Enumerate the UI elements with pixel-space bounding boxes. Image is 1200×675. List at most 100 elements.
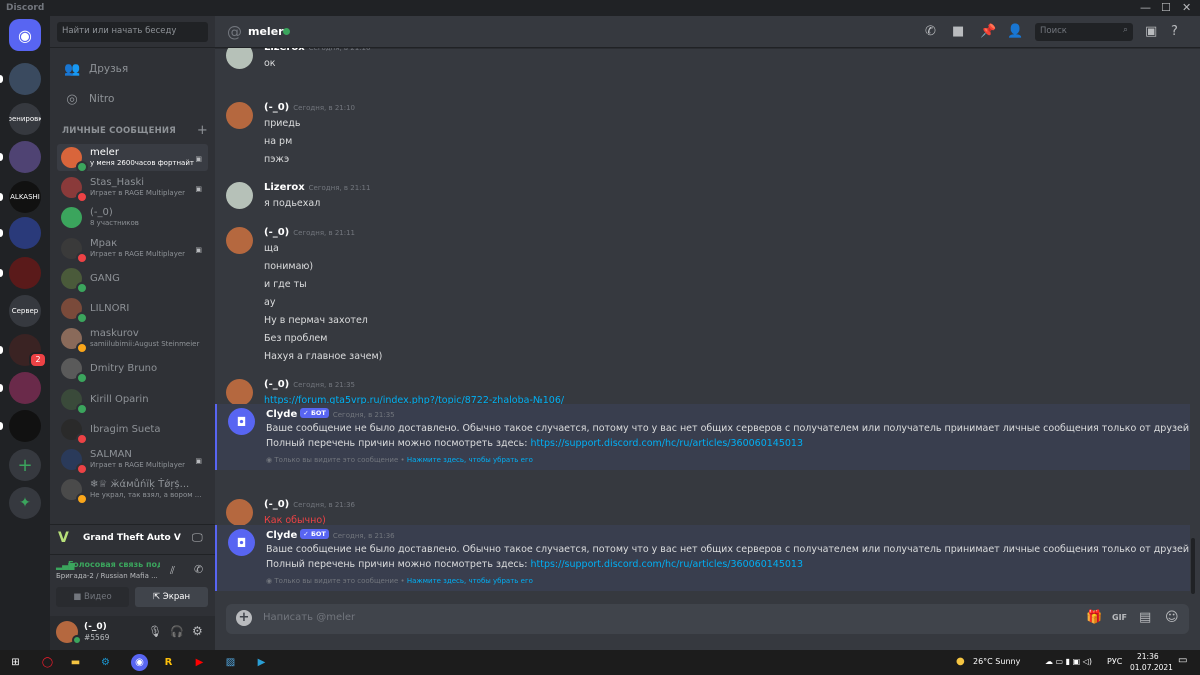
add-friend-icon[interactable]: 👤 xyxy=(1007,24,1023,39)
nitro-label: Nitro xyxy=(89,93,115,105)
author-name[interactable]: Lizerox xyxy=(264,48,305,53)
nitro-nav-item[interactable]: ◎ Nitro xyxy=(57,85,208,113)
windows-start-icon[interactable]: ⊞ xyxy=(7,654,24,671)
message-text: и где ты xyxy=(264,279,307,290)
author-avatar[interactable] xyxy=(226,379,253,406)
rockstar-icon[interactable]: R xyxy=(160,654,177,671)
language-indicator[interactable]: РУС xyxy=(1107,657,1122,666)
settings-gear-icon[interactable]: ⚙ xyxy=(192,624,203,638)
dm-item[interactable]: LILNORI xyxy=(57,295,208,324)
activity-icon: ▣ xyxy=(195,245,202,254)
author-avatar[interactable] xyxy=(226,182,253,209)
attach-plus-icon[interactable]: + xyxy=(236,610,252,626)
dm-item[interactable]: SALMAN Играет в RAGE Multiplayer ▣ xyxy=(57,446,208,475)
server-icon[interactable]: Сервер xyxy=(9,295,41,327)
dm-item[interactable]: meler у меня 2600часов фортнайт ▣ xyxy=(57,144,208,173)
message-list: LizeroxСегодня, в 21:10ок(-_0)Сегодня, в… xyxy=(215,48,1190,608)
maximize-button[interactable]: ☐ xyxy=(1161,1,1171,14)
noise-suppression-icon[interactable]: ⫽ xyxy=(170,564,175,578)
voice-call-icon[interactable]: ✆ xyxy=(925,24,936,39)
author-name[interactable]: Clyde xyxy=(266,409,297,420)
dm-item[interactable]: (-_0) 8 участников xyxy=(57,204,208,231)
voice-channel[interactable]: Бригада-2 / Russian Mafia ... xyxy=(56,572,161,580)
author-avatar[interactable] xyxy=(226,102,253,129)
file-explorer-icon[interactable]: ▬ xyxy=(67,654,84,671)
server-icon[interactable] xyxy=(9,217,41,249)
add-server-button[interactable]: + xyxy=(9,449,41,481)
game-title: Grand Theft Auto V xyxy=(83,533,181,543)
discord-taskbar-icon[interactable]: ◉ xyxy=(131,654,148,671)
friends-nav-item[interactable]: 👥 Друзья xyxy=(57,55,208,83)
inbox-icon[interactable]: ▣ xyxy=(1145,24,1157,39)
server-icon[interactable]: ALKASHI xyxy=(9,181,41,213)
clyde-avatar[interactable]: ◘ xyxy=(228,408,255,435)
dm-item[interactable]: GANG xyxy=(57,265,208,294)
support-link[interactable]: https://support.discord.com/hc/ru/articl… xyxy=(530,559,803,570)
author-name[interactable]: (-_0) xyxy=(264,379,289,390)
author-avatar[interactable] xyxy=(226,499,253,526)
dm-search-input[interactable]: Найти или начать беседу xyxy=(57,22,208,42)
weather-text[interactable]: 26°C Sunny xyxy=(973,657,1020,666)
close-button[interactable]: ✕ xyxy=(1182,1,1191,14)
author-avatar[interactable] xyxy=(226,227,253,254)
dm-item[interactable]: Stas_Haski Играет в RAGE Multiplayer ▣ xyxy=(57,174,208,204)
disconnect-icon[interactable]: ✆ xyxy=(194,563,203,576)
clyde-avatar[interactable]: ◘ xyxy=(228,529,255,556)
server-icon[interactable] xyxy=(9,63,41,95)
message-scrollbar[interactable] xyxy=(1191,538,1195,594)
message-composer: + Написать @meler 🎁 GIF ▤ ☺ xyxy=(226,604,1189,634)
server-icon[interactable] xyxy=(9,372,41,404)
server-icon[interactable] xyxy=(9,257,41,289)
gif-icon[interactable]: GIF xyxy=(1112,613,1127,622)
video-call-icon[interactable]: ■ xyxy=(952,24,964,39)
video-button[interactable]: ■ Видео xyxy=(56,587,129,607)
dm-item[interactable]: Ibragim Sueta xyxy=(57,416,208,445)
headphones-icon[interactable]: 🎧 xyxy=(170,625,184,638)
author-name[interactable]: (-_0) xyxy=(264,102,289,113)
server-unread-pill xyxy=(0,75,3,83)
screen-share-button[interactable]: ⇱ Экран xyxy=(135,587,208,607)
explore-servers-button[interactable]: ✦ xyxy=(9,487,41,519)
dm-item[interactable]: Мрак Играет в RAGE Multiplayer ▣ xyxy=(57,235,208,264)
clock-time[interactable]: 21:36 xyxy=(1137,652,1159,661)
dm-section-header: ЛИЧНЫЕ СООБЩЕНИЯ + xyxy=(62,123,208,138)
discord-home-icon[interactable]: ◉ xyxy=(9,19,41,51)
youtube-icon[interactable]: ▶ xyxy=(191,654,208,671)
server-icon[interactable] xyxy=(9,141,41,173)
dm-item[interactable]: maskurov samiilubimii:August Steinmeier xyxy=(57,325,208,355)
opera-icon[interactable]: ◯ xyxy=(39,654,56,671)
steam-icon[interactable]: ⚙ xyxy=(97,654,114,671)
go-live-icon[interactable]: 🖵 xyxy=(192,531,203,545)
message-input[interactable]: Написать @meler xyxy=(263,612,355,623)
status-dot xyxy=(76,432,88,445)
dm-item[interactable]: Kirill Oparin xyxy=(57,386,208,415)
message-author: (-_0) Сегодня, в 21:10 xyxy=(264,102,355,113)
author-name[interactable]: Lizerox xyxy=(264,182,305,193)
chat-search-input[interactable]: Поиск ⌕ xyxy=(1035,23,1133,41)
media-player-icon[interactable]: ▶ xyxy=(253,654,270,671)
photos-icon[interactable]: ▨ xyxy=(222,654,239,671)
minimize-button[interactable]: — xyxy=(1140,1,1151,14)
tray-icons[interactable]: ☁ ▭ ▮ ▣ ◁) xyxy=(1045,657,1092,666)
pin-icon[interactable]: 📌 xyxy=(980,24,996,39)
dismiss-message-link[interactable]: Нажмите здесь, чтобы убрать его xyxy=(407,577,533,585)
help-icon[interactable]: ? xyxy=(1171,24,1178,39)
create-dm-plus-icon[interactable]: + xyxy=(197,123,208,138)
author-name[interactable]: Clyde xyxy=(266,530,297,541)
author-name[interactable]: (-_0) xyxy=(264,499,289,510)
gift-icon[interactable]: 🎁 xyxy=(1086,610,1102,625)
server-icon[interactable]: Тренировка xyxy=(9,103,41,135)
author-avatar[interactable] xyxy=(226,48,253,69)
notifications-icon[interactable]: ▭ xyxy=(1178,655,1187,666)
server-icon[interactable] xyxy=(9,410,41,442)
dismiss-message-link[interactable]: Нажмите здесь, чтобы убрать его xyxy=(407,456,533,464)
dm-item[interactable]: Dmitry Bruno xyxy=(57,355,208,385)
support-link[interactable]: https://support.discord.com/hc/ru/articl… xyxy=(530,438,803,449)
microphone-icon[interactable]: 🎙 xyxy=(148,625,162,638)
sticker-icon[interactable]: ▤ xyxy=(1139,610,1151,625)
clock-date[interactable]: 01.07.2021 xyxy=(1130,663,1173,672)
author-name[interactable]: (-_0) xyxy=(264,227,289,238)
dm-item[interactable]: ❄♕ ӂάмůńïķ Ṫǿŗṩ... Не украл, так взял, а … xyxy=(57,476,208,506)
message-timestamp: Сегодня, в 21:11 xyxy=(308,184,371,192)
emoji-icon[interactable]: ☺ xyxy=(1165,610,1179,625)
